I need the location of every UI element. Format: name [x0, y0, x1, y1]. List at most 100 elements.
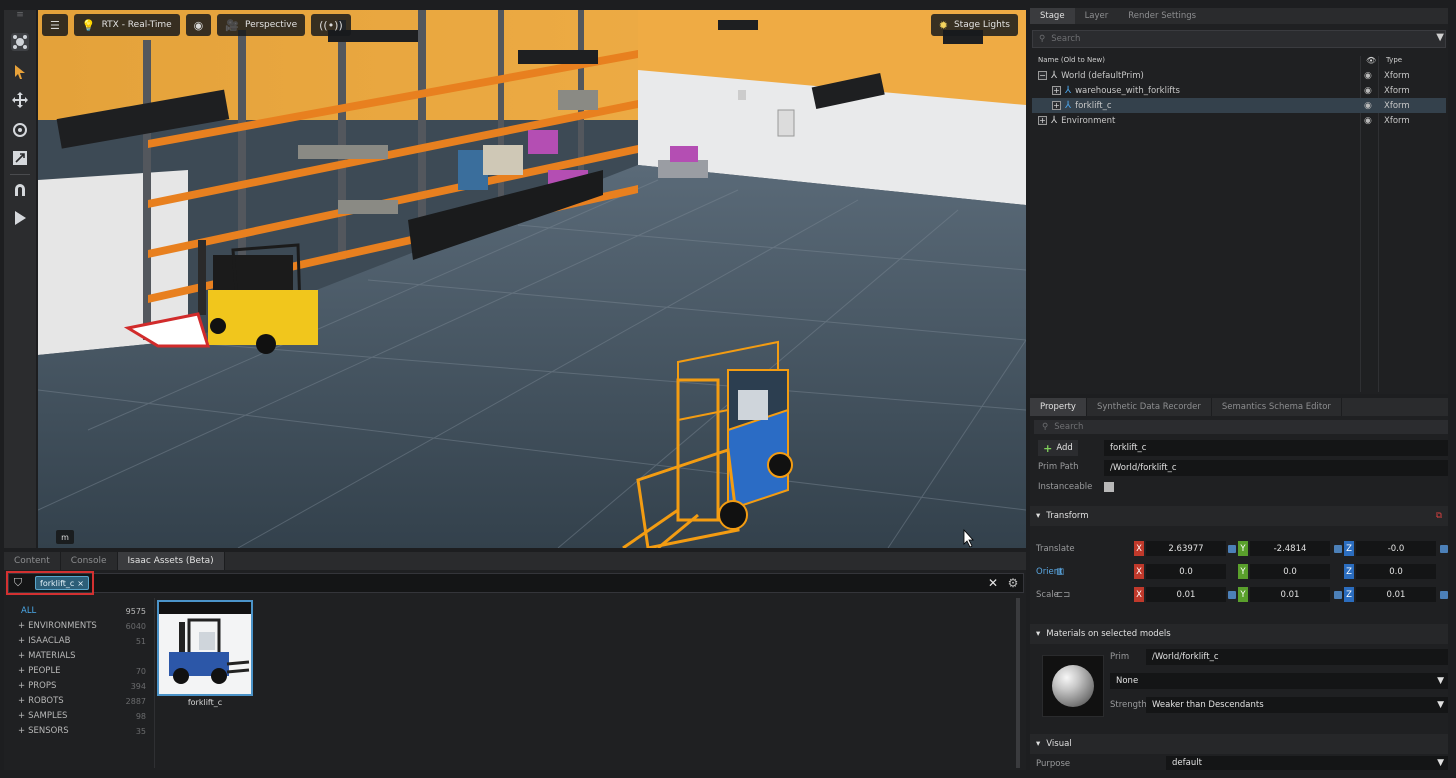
category-label: ROBOTS	[28, 696, 64, 706]
instanceable-checkbox[interactable]	[1104, 482, 1114, 492]
category-count: 35	[135, 726, 146, 736]
gear-icon[interactable]: ⚙	[1005, 575, 1021, 591]
key-icon[interactable]	[1334, 591, 1342, 599]
visibility-button[interactable]: ◉	[185, 14, 212, 36]
expand-plus-icon[interactable]: +	[18, 666, 25, 676]
orient-y-field[interactable]: 0.0	[1250, 564, 1330, 579]
visibility-eye-icon[interactable]: ◉	[1364, 86, 1372, 96]
orient-x-field[interactable]: 0.0	[1146, 564, 1226, 579]
create-icon[interactable]	[8, 30, 32, 54]
expand-toggle-icon[interactable]: −	[1038, 71, 1047, 80]
materials-section-header[interactable]: ▾ Materials on selected models	[1030, 624, 1448, 644]
translate-z-field[interactable]: -0.0	[1356, 541, 1436, 556]
add-button[interactable]: + Add	[1038, 440, 1078, 456]
link-scale-icon[interactable]: ⊏⊐	[1056, 590, 1070, 600]
prim-path-field[interactable]: /World/forklift_c	[1104, 460, 1448, 476]
category-item[interactable]: + MATERIALS	[18, 649, 146, 663]
key-icon[interactable]	[1440, 591, 1448, 599]
scale-y-field[interactable]: 0.01	[1250, 587, 1330, 602]
stage-search-input[interactable]: ⚲ Search	[1032, 30, 1446, 48]
property-search-placeholder: Search	[1054, 422, 1084, 432]
snap-magnet-icon[interactable]	[8, 178, 32, 202]
move-icon[interactable]	[8, 88, 32, 112]
scale-x-field[interactable]: 0.01	[1146, 587, 1226, 602]
col-name[interactable]: Name (Old to New)	[1038, 56, 1105, 64]
stage-row[interactable]: − ⅄ World (defaultPrim) ◉ Xform	[1032, 68, 1446, 83]
category-item[interactable]: + PROPS 394	[18, 679, 146, 693]
category-item[interactable]: + PEOPLE 70	[18, 664, 146, 678]
category-item[interactable]: + SAMPLES 98	[18, 709, 146, 723]
scale-z-field[interactable]: 0.01	[1356, 587, 1436, 602]
stage-tabs: Stage Layer Render Settings	[1030, 8, 1448, 24]
collapse-triangle-icon: ▾	[1036, 511, 1041, 521]
category-item[interactable]: + SENSORS 35	[18, 724, 146, 738]
stage-row[interactable]: + ⅄ Environment ◉ Xform	[1032, 113, 1446, 128]
tab-layer[interactable]: Layer	[1075, 8, 1119, 24]
asset-thumbnail[interactable]	[157, 600, 253, 696]
copy-icon[interactable]: ⧉	[1436, 511, 1442, 521]
category-item[interactable]: + ROBOTS 2887	[18, 694, 146, 708]
viewport[interactable]: ☰ 💡 RTX - Real-Time ◉ 🎥 Perspective ((•)…	[38, 10, 1026, 548]
tab-synthetic-data-recorder[interactable]: Synthetic Data Recorder	[1087, 398, 1212, 416]
expand-plus-icon[interactable]: +	[18, 726, 25, 736]
expand-toggle-icon[interactable]: +	[1052, 101, 1061, 110]
stage-lights-button[interactable]: ✹ Stage Lights	[930, 14, 1018, 36]
prim-name-field[interactable]: forklift_c	[1104, 440, 1448, 456]
tab-isaac-assets[interactable]: Isaac Assets (Beta)	[117, 552, 225, 570]
select-arrow-icon[interactable]	[8, 60, 32, 84]
expand-toggle-icon[interactable]: +	[1038, 116, 1047, 125]
tab-render-settings[interactable]: Render Settings	[1118, 8, 1206, 24]
expand-plus-icon[interactable]: +	[18, 621, 25, 631]
content-tabs: Content Console Isaac Assets (Beta)	[4, 552, 1026, 570]
tab-content[interactable]: Content	[4, 552, 61, 570]
key-icon[interactable]	[1228, 591, 1236, 599]
add-label: Add	[1056, 443, 1073, 453]
tab-console[interactable]: Console	[61, 552, 118, 570]
content-scrollbar[interactable]	[1016, 598, 1020, 768]
visibility-eye-icon[interactable]: ◉	[1364, 116, 1372, 126]
mat-prim-label: Prim	[1110, 652, 1130, 662]
orient-z-field[interactable]: 0.0	[1356, 564, 1436, 579]
rotate-icon[interactable]	[8, 118, 32, 142]
broadcast-button[interactable]: ((•))	[311, 14, 351, 36]
property-search-input[interactable]: ⚲ Search	[1034, 420, 1448, 434]
camera-button[interactable]: 🎥 Perspective	[217, 14, 306, 36]
visual-label: Visual	[1046, 739, 1072, 749]
translate-x-field[interactable]: 2.63977	[1146, 541, 1226, 556]
clear-search-icon[interactable]: ✕	[985, 575, 1001, 591]
key-icon[interactable]	[1334, 545, 1342, 553]
viewport-settings-button[interactable]: ☰	[42, 14, 68, 36]
visibility-eye-icon[interactable]: ◉	[1364, 101, 1372, 111]
tab-property[interactable]: Property	[1030, 398, 1087, 416]
tab-stage[interactable]: Stage	[1030, 8, 1075, 24]
expand-plus-icon[interactable]: +	[18, 651, 25, 661]
expand-plus-icon[interactable]: +	[18, 696, 25, 706]
stage-filter-icon[interactable]: ▼	[1436, 32, 1444, 43]
transform-section-header[interactable]: ▾ Transform ⧉	[1030, 506, 1448, 526]
stage-row[interactable]: + ⅄ forklift_c ◉ Xform	[1032, 98, 1446, 113]
category-item[interactable]: ALL 9575	[18, 604, 146, 618]
translate-y-field[interactable]: -2.4814	[1250, 541, 1330, 556]
expand-plus-icon[interactable]: +	[18, 681, 25, 691]
expand-toggle-icon[interactable]: +	[1052, 86, 1061, 95]
visual-section-header[interactable]: ▾ Visual	[1030, 734, 1448, 754]
tab-semantics-schema-editor[interactable]: Semantics Schema Editor	[1212, 398, 1342, 416]
material-dropdown[interactable]: None ▼	[1110, 673, 1448, 689]
category-item[interactable]: + ENVIRONMENTS 6040	[18, 619, 146, 633]
expand-plus-icon[interactable]: +	[18, 711, 25, 721]
strength-dropdown[interactable]: Weaker than Descendants ▼	[1146, 697, 1448, 713]
renderer-button[interactable]: 💡 RTX - Real-Time	[73, 14, 180, 36]
scale-icon[interactable]	[8, 146, 32, 170]
category-item[interactable]: + ISAACLAB 51	[18, 634, 146, 648]
expand-plus-icon[interactable]: +	[18, 636, 25, 646]
asset-search-bar[interactable]: ⛉ forklift_c × ✕ ⚙	[6, 571, 1024, 595]
key-icon[interactable]	[1228, 545, 1236, 553]
forklift-thumbnail-image	[159, 602, 251, 694]
play-icon[interactable]	[8, 206, 32, 230]
stage-row[interactable]: + ⅄ warehouse_with_forklifts ◉ Xform	[1032, 83, 1446, 98]
purpose-dropdown[interactable]: default ▼	[1166, 756, 1448, 770]
visibility-eye-icon[interactable]: ◉	[1364, 71, 1372, 81]
col-type[interactable]: Type	[1386, 56, 1402, 64]
key-icon[interactable]	[1440, 545, 1448, 553]
mat-prim-field[interactable]: /World/forklift_c	[1146, 649, 1448, 665]
